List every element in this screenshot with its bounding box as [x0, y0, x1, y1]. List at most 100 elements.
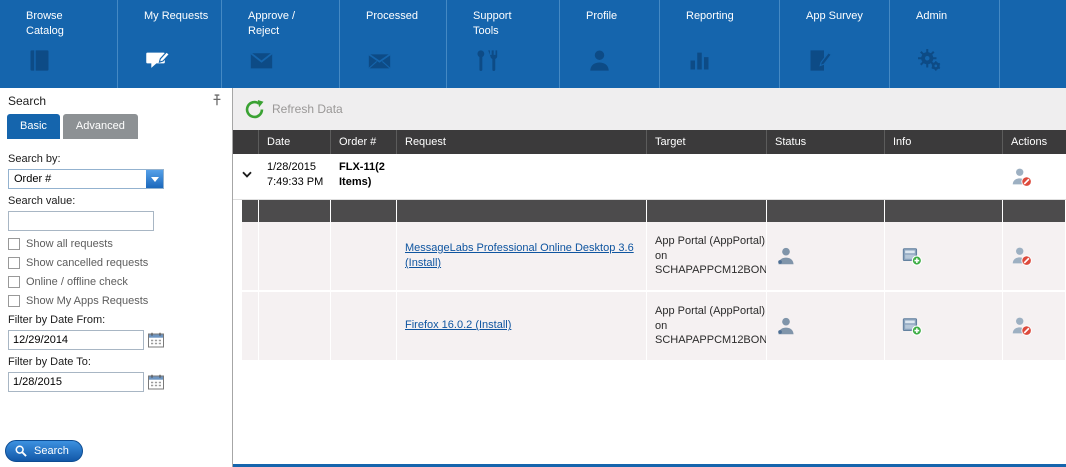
calendar-icon[interactable]: [147, 331, 165, 349]
target-text: App Portal (AppPortal) on SCHAPAPPCM12BO…: [655, 304, 767, 349]
show-my-apps-requests-checkbox[interactable]: [8, 295, 20, 307]
request-row: MessageLabs Professional Online Desktop …: [233, 222, 1066, 292]
date-from-label: Filter by Date From:: [8, 314, 224, 326]
my-requests-chat-icon: [144, 47, 171, 74]
nested-grid-header: [233, 200, 1066, 222]
search-form: Search by: Order # Search value: Show al…: [0, 139, 232, 392]
nav-tab-label: My Requests: [144, 9, 210, 24]
search-by-dropdown[interactable]: Order #: [8, 169, 164, 189]
add-application-icon[interactable]: [901, 245, 923, 267]
pin-icon[interactable]: [209, 93, 224, 108]
processed-envelope-icon: [366, 47, 393, 74]
cancel-request-icon[interactable]: [1011, 245, 1033, 267]
user-status-icon: [775, 315, 797, 337]
checkbox-row-show-my-apps-requests: Show My Apps Requests: [8, 295, 224, 307]
search-panel-title: Search: [8, 94, 46, 108]
column-header-actions[interactable]: Actions: [1003, 130, 1066, 154]
column-header-request[interactable]: Request: [397, 130, 647, 154]
search-panel-header: Search: [0, 88, 232, 112]
show-cancelled-requests-checkbox[interactable]: [8, 257, 20, 269]
group-date: 1/28/2015 7:49:33 PM: [259, 154, 331, 199]
tab-advanced[interactable]: Advanced: [63, 114, 138, 139]
column-header-date[interactable]: Date: [259, 130, 331, 154]
top-navigation: Browse Catalog My Requests Approve / Rej…: [0, 0, 1066, 88]
profile-person-icon: [586, 47, 613, 74]
nav-tab-label: Reporting: [686, 9, 752, 24]
nav-tab-label: Processed: [366, 9, 432, 24]
nav-tab-reporting[interactable]: Reporting: [660, 0, 780, 88]
search-button[interactable]: Search: [5, 440, 83, 462]
request-link[interactable]: Firefox 16.0.2 (Install): [405, 318, 511, 333]
admin-gears-icon: [916, 47, 943, 74]
search-value-input[interactable]: [8, 211, 154, 231]
column-header-status[interactable]: Status: [767, 130, 885, 154]
nav-tab-browse-catalog[interactable]: Browse Catalog: [0, 0, 118, 88]
approve-reject-inbox-icon: [248, 47, 275, 74]
nav-tab-my-requests[interactable]: My Requests: [118, 0, 222, 88]
collapse-chevron-icon[interactable]: [241, 170, 253, 179]
nav-tab-label: Approve / Reject: [248, 9, 314, 40]
search-value-label: Search value:: [8, 195, 224, 207]
group-order-number: FLX-11(2 Items): [331, 154, 397, 199]
refresh-data-button[interactable]: Refresh Data: [244, 99, 343, 120]
target-text: App Portal (AppPortal) on SCHAPAPPCM12BO…: [655, 234, 767, 279]
grid-toolbar: Refresh Data: [233, 88, 1066, 130]
column-header-info[interactable]: Info: [885, 130, 1003, 154]
nested-header-cell: [767, 200, 885, 222]
date-to-label: Filter by Date To:: [8, 356, 224, 368]
nav-tab-profile[interactable]: Profile: [560, 0, 660, 88]
nav-tab-approve-reject[interactable]: Approve / Reject: [222, 0, 340, 88]
search-button-label: Search: [34, 445, 69, 457]
tab-basic[interactable]: Basic: [7, 114, 60, 139]
expand-column-header: [233, 130, 259, 154]
search-by-label: Search by:: [8, 153, 224, 165]
date-from-field: [8, 330, 224, 350]
date-to-input[interactable]: [8, 372, 144, 392]
nav-tab-label: Support Tools: [473, 9, 539, 40]
nested-header-cell: [331, 200, 397, 222]
group-actions-cell: [1003, 154, 1066, 199]
search-by-selected-value: Order #: [9, 170, 163, 185]
date-to-field: [8, 372, 224, 392]
refresh-icon: [244, 99, 265, 120]
cancel-request-icon[interactable]: [1011, 166, 1033, 188]
calendar-icon[interactable]: [147, 373, 165, 391]
order-group-row: 1/28/2015 7:49:33 PM FLX-11(2 Items): [233, 154, 1066, 200]
checkbox-row-show-cancelled-requests: Show cancelled requests: [8, 257, 224, 269]
column-header-order[interactable]: Order #: [331, 130, 397, 154]
search-magnifier-icon: [14, 444, 28, 458]
requests-content: Refresh Data Date Order # Request Target…: [233, 88, 1066, 467]
add-application-icon[interactable]: [901, 315, 923, 337]
reporting-chart-icon: [686, 47, 713, 74]
group-target-cell: [647, 154, 767, 199]
checkbox-label: Show all requests: [26, 238, 113, 250]
checkbox-label: Show cancelled requests: [26, 257, 148, 269]
nav-tab-app-survey[interactable]: App Survey: [780, 0, 890, 88]
group-status-cell: [767, 154, 885, 199]
nav-tab-processed[interactable]: Processed: [340, 0, 447, 88]
column-header-target[interactable]: Target: [647, 130, 767, 154]
nav-tab-support-tools[interactable]: Support Tools: [447, 0, 560, 88]
request-row: Firefox 16.0.2 (Install) App Portal (App…: [233, 292, 1066, 362]
dropdown-arrow-icon[interactable]: [146, 170, 163, 188]
date-from-input[interactable]: [8, 330, 144, 350]
checkbox-label: Online / offline check: [26, 276, 128, 288]
group-expand-cell: [233, 154, 259, 199]
show-all-requests-checkbox[interactable]: [8, 238, 20, 250]
nested-header-cell: [259, 200, 331, 222]
checkbox-row-show-all-requests: Show all requests: [8, 238, 224, 250]
nav-filler: [1000, 0, 1066, 88]
cancel-request-icon[interactable]: [1011, 315, 1033, 337]
app-survey-icon: [806, 47, 833, 74]
search-panel: Search Basic Advanced Search by: Order #…: [0, 88, 233, 467]
catalog-book-icon: [26, 47, 53, 74]
nested-header-cell: [885, 200, 1003, 222]
nav-tab-label: Admin: [916, 9, 982, 24]
checkbox-label: Show My Apps Requests: [26, 295, 148, 307]
nav-tab-admin[interactable]: Admin: [890, 0, 1000, 88]
nav-tab-label: Profile: [586, 9, 652, 24]
nested-header-cell: [1003, 200, 1066, 222]
request-link[interactable]: MessageLabs Professional Online Desktop …: [405, 241, 638, 272]
support-tools-icon: [473, 47, 500, 74]
online-offline-check-checkbox[interactable]: [8, 276, 20, 288]
